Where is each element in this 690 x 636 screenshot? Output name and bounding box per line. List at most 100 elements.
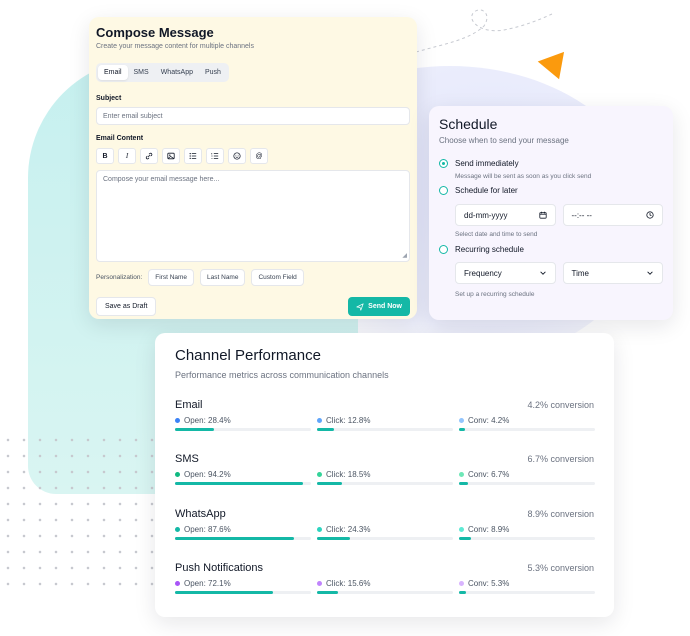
- save-draft-button[interactable]: Save as Draft: [96, 297, 157, 316]
- radio-schedule-later[interactable]: [439, 186, 448, 195]
- metric-click: Click: 24.3%: [317, 525, 453, 540]
- image-icon[interactable]: [162, 148, 180, 164]
- bold-icon[interactable]: B: [96, 148, 114, 164]
- performance-title: Channel Performance: [175, 347, 321, 364]
- metric-click: Click: 18.5%: [317, 470, 453, 485]
- progress-fill: [317, 428, 335, 431]
- legend-dot-icon: [317, 581, 322, 586]
- numbered-list-icon[interactable]: [206, 148, 224, 164]
- schedule-subtitle: Choose when to send your message: [439, 136, 569, 145]
- recurring-time-select[interactable]: Time: [562, 262, 663, 284]
- metric-label: Click: 15.6%: [317, 579, 453, 588]
- progress-track: [317, 482, 453, 485]
- legend-dot-icon: [317, 527, 322, 532]
- recurring-time-value: Time: [571, 268, 589, 278]
- channel-header: Push Notifications 5.3% conversion: [175, 562, 594, 574]
- progress-fill: [317, 591, 339, 594]
- time-input[interactable]: --:-- --: [562, 204, 663, 226]
- progress-fill: [317, 482, 343, 485]
- dashed-curve-decoration: [415, 9, 553, 53]
- custom-field-chip[interactable]: Custom Field: [251, 269, 304, 286]
- progress-fill: [175, 428, 214, 431]
- tab-sms[interactable]: SMS: [128, 65, 155, 80]
- metric-conv: Conv: 6.7%: [459, 470, 595, 485]
- progress-track: [175, 482, 311, 485]
- progress-track: [175, 591, 311, 594]
- date-value: dd-mm-yyyy: [464, 210, 508, 220]
- last-name-chip[interactable]: Last Name: [200, 269, 246, 286]
- legend-dot-icon: [175, 472, 180, 477]
- channel-performance-card: Channel Performance Performance metrics …: [155, 333, 614, 617]
- channel-row-push-notifications: Push Notifications 5.3% conversion Open: 7…: [175, 562, 595, 594]
- legend-dot-icon: [459, 527, 464, 532]
- metric-conv: Conv: 8.9%: [459, 525, 595, 540]
- send-now-button[interactable]: Send Now: [348, 297, 410, 316]
- send-immediately-label: Send immediately: [455, 159, 519, 168]
- metric-label: Open: 72.1%: [175, 579, 311, 588]
- metric-conv: Conv: 5.3%: [459, 579, 595, 594]
- tab-email[interactable]: Email: [98, 65, 128, 80]
- channel-name: SMS: [175, 453, 199, 465]
- subject-label: Subject: [96, 95, 122, 102]
- dot-pattern: [0, 432, 160, 592]
- metric-label: Conv: 8.9%: [459, 525, 595, 534]
- schedule-title: Schedule: [439, 116, 498, 132]
- metric-value: Click: 12.8%: [326, 416, 371, 425]
- channel-header: WhatsApp 8.9% conversion: [175, 508, 594, 520]
- legend-dot-icon: [175, 527, 180, 532]
- option-recurring[interactable]: Recurring schedule: [439, 245, 663, 254]
- channel-metrics: Open: 28.4% Click: 12.8% Conv: 4.2%: [175, 416, 595, 431]
- compose-subtitle: Create your message content for multiple…: [96, 43, 254, 50]
- first-name-chip[interactable]: First Name: [148, 269, 195, 286]
- metric-value: Click: 18.5%: [326, 470, 371, 479]
- metric-label: Click: 18.5%: [317, 470, 453, 479]
- channel-row-whatsapp: WhatsApp 8.9% conversion Open: 87.6% Click:…: [175, 508, 595, 540]
- channel-header: SMS 6.7% conversion: [175, 453, 594, 465]
- metric-value: Conv: 4.2%: [468, 416, 510, 425]
- bullet-list-icon[interactable]: [184, 148, 202, 164]
- progress-track: [317, 591, 453, 594]
- progress-fill: [459, 537, 472, 540]
- italic-icon[interactable]: I: [118, 148, 136, 164]
- channel-conversion: 5.3% conversion: [527, 563, 594, 573]
- content-placeholder: Compose your email message here...: [103, 176, 220, 183]
- progress-fill: [175, 482, 304, 485]
- metric-value: Open: 72.1%: [184, 579, 231, 588]
- metric-label: Click: 12.8%: [317, 416, 453, 425]
- link-icon[interactable]: [140, 148, 158, 164]
- progress-fill: [175, 537, 295, 540]
- radio-send-immediately[interactable]: [439, 159, 448, 168]
- legend-dot-icon: [317, 418, 322, 423]
- progress-fill: [459, 428, 465, 431]
- tab-whatsapp[interactable]: WhatsApp: [155, 65, 199, 80]
- compose-message-card: Compose Message Create your message cont…: [89, 17, 417, 319]
- metric-click: Click: 15.6%: [317, 579, 453, 594]
- channel-metrics: Open: 94.2% Click: 18.5% Conv: 6.7%: [175, 470, 595, 485]
- metric-label: Conv: 6.7%: [459, 470, 595, 479]
- legend-dot-icon: [175, 418, 180, 423]
- metric-value: Conv: 6.7%: [468, 470, 510, 479]
- schedule-later-hint: Select date and time to send: [455, 231, 538, 238]
- content-label: Email Content: [96, 135, 144, 142]
- channel-metrics: Open: 72.1% Click: 15.6% Conv: 5.3%: [175, 579, 595, 594]
- recurring-row: Frequency Time: [455, 262, 663, 284]
- resize-handle-icon[interactable]: ◢: [402, 252, 407, 259]
- channel-name: Push Notifications: [175, 562, 264, 574]
- mention-icon[interactable]: @: [250, 148, 268, 164]
- schedule-card: Schedule Choose when to send your messag…: [429, 106, 673, 320]
- tab-push[interactable]: Push: [199, 65, 227, 80]
- progress-fill: [175, 591, 274, 594]
- progress-fill: [459, 482, 469, 485]
- option-send-immediately[interactable]: Send immediately: [439, 159, 663, 168]
- radio-recurring[interactable]: [439, 245, 448, 254]
- email-content-textarea[interactable]: Compose your email message here... ◢: [96, 170, 410, 262]
- channel-metrics: Open: 87.6% Click: 24.3% Conv: 8.9%: [175, 525, 595, 540]
- date-input[interactable]: dd-mm-yyyy: [455, 204, 556, 226]
- progress-fill: [459, 591, 467, 594]
- progress-track: [459, 482, 595, 485]
- metric-click: Click: 12.8%: [317, 416, 453, 431]
- emoji-icon[interactable]: [228, 148, 246, 164]
- subject-input[interactable]: Enter email subject: [96, 107, 410, 125]
- frequency-select[interactable]: Frequency: [455, 262, 556, 284]
- option-schedule-later[interactable]: Schedule for later: [439, 186, 663, 195]
